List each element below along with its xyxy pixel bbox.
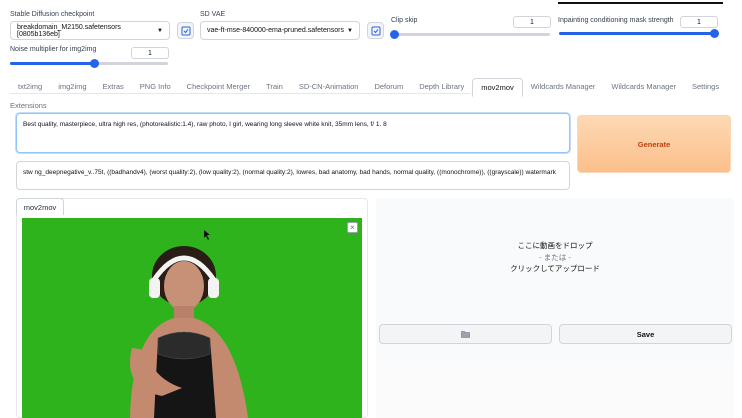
inpaint-strength-label: Inpainting conditioning mask strength (558, 17, 674, 24)
clip-skip-label: Clip skip (391, 17, 418, 24)
vae-value: vae-ft-mse-840000-ema-pruned.safetensors (207, 27, 344, 34)
save-button[interactable]: Save (559, 324, 732, 344)
vae-label: SD VAE (200, 11, 226, 18)
tab-img2img[interactable]: img2img (50, 78, 94, 97)
refresh-icon (371, 26, 380, 35)
chevron-down-icon: ▼ (157, 27, 163, 34)
dropzone-line-1: ここに動画をドロップ (517, 241, 593, 250)
inpaint-strength-knob[interactable] (710, 29, 719, 38)
video-frame-person (130, 230, 248, 418)
checkpoint-select[interactable]: breakdomain_M2150.safetensors [0805b136e… (10, 21, 170, 40)
noise-multiplier-knob[interactable] (90, 59, 99, 68)
inpaint-strength-slider[interactable] (559, 29, 719, 38)
tab-depth-library[interactable]: Depth Library (411, 78, 472, 97)
tab-wildcards-manager[interactable]: Wildcards Manager (523, 78, 604, 97)
tab-sd-cn-animation[interactable]: SD-CN-Animation (291, 78, 367, 97)
tab-train[interactable]: Train (258, 78, 291, 97)
tab-checkpoint-merger[interactable]: Checkpoint Merger (179, 78, 258, 97)
negative-prompt-input[interactable]: stw ng_deepnegative_v..75t, ((badhandv4)… (16, 161, 570, 190)
clip-skip-slider[interactable] (390, 30, 550, 39)
clip-skip-input[interactable]: 1 (513, 16, 551, 28)
refresh-checkpoint-button[interactable] (177, 22, 194, 39)
output-info-area (376, 362, 734, 418)
noise-multiplier-slider[interactable] (10, 59, 168, 68)
refresh-vae-button[interactable] (367, 22, 384, 39)
checkpoint-value: breakdomain_M2150.safetensors [0805b136e… (17, 23, 121, 38)
generate-button[interactable]: Generate (577, 115, 731, 173)
close-icon[interactable]: × (347, 222, 358, 233)
positive-prompt-input[interactable]: Best quality, masterpiece, ultra high re… (16, 113, 570, 153)
noise-multiplier-fill (10, 62, 94, 65)
tab-mov2mov[interactable]: mov2mov (472, 78, 523, 97)
tab-extensions[interactable]: Extensions (10, 97, 55, 114)
checkpoint-label: Stable Diffusion checkpoint (10, 11, 95, 18)
tab-extras[interactable]: Extras (95, 78, 132, 97)
refresh-icon (181, 26, 190, 35)
vae-select[interactable]: vae-ft-mse-840000-ema-pruned.safetensors… (200, 21, 360, 40)
clip-skip-knob[interactable] (390, 30, 399, 39)
input-video-preview[interactable]: × (22, 218, 362, 418)
upload-dropzone[interactable]: ここに動画をドロップ - または - クリックしてアップロード (376, 240, 734, 275)
tab-deforum[interactable]: Deforum (366, 78, 411, 97)
top-bar-line (0, 0, 742, 4)
tab-txt2img[interactable]: txt2img (10, 78, 50, 97)
tab-png-info[interactable]: PNG Info (132, 78, 179, 97)
dropzone-line-2: - または - (539, 252, 571, 262)
tab-settings[interactable]: Settings (684, 78, 727, 97)
open-folder-button[interactable] (379, 324, 552, 344)
tab-mov2mov-panel[interactable]: mov2mov (16, 198, 64, 215)
noise-multiplier-input[interactable]: 1 (131, 47, 169, 59)
noise-multiplier-label: Noise multiplier for img2img (10, 46, 97, 53)
tab-wildcards-manager[interactable]: Wildcards Manager (603, 78, 684, 97)
folder-icon (461, 331, 470, 338)
inpaint-strength-input[interactable]: 1 (680, 16, 718, 28)
chevron-down-icon: ▼ (347, 27, 353, 34)
dropzone-line-3: クリックしてアップロード (510, 264, 600, 274)
main-tabs: txt2img img2img Extras PNG Info Checkpoint M… (10, 78, 730, 114)
tabs-divider (10, 93, 470, 94)
